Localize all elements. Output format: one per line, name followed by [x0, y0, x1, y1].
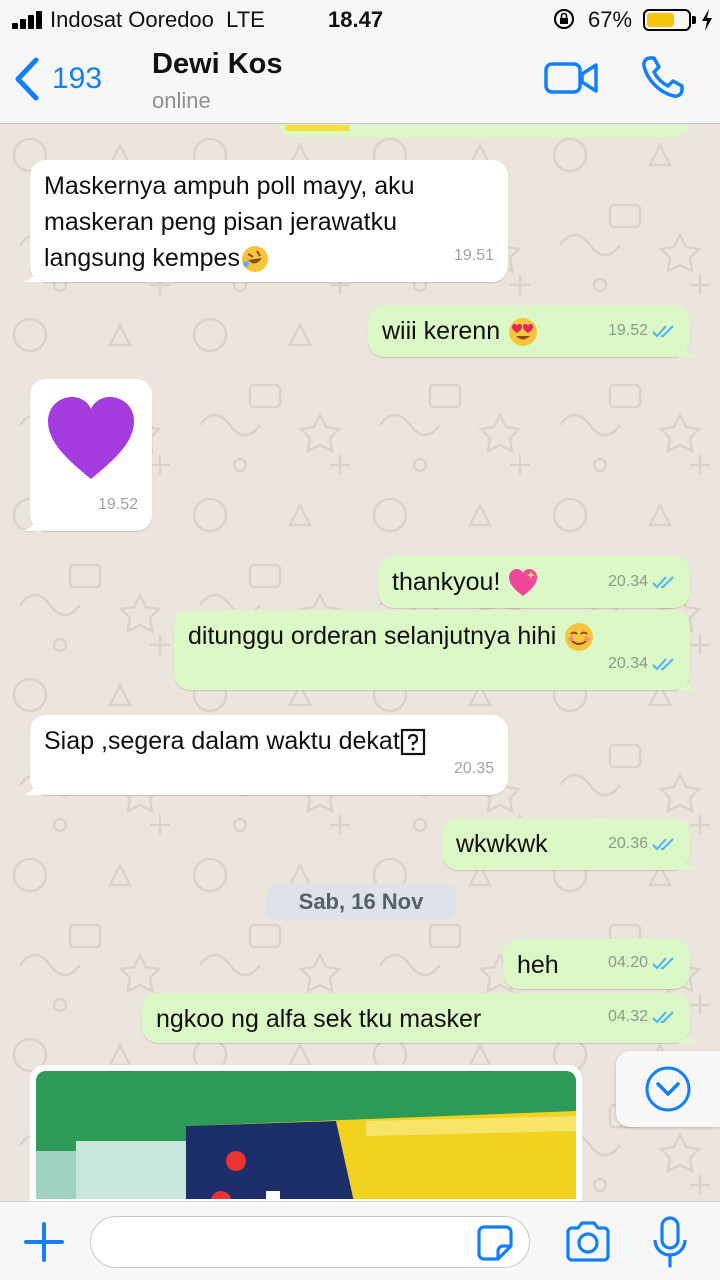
message-text: ditunggu orderan selanjutnya hihi: [188, 622, 557, 650]
sticker-icon[interactable]: [476, 1224, 514, 1262]
purple-heart-emoji-icon: [48, 397, 134, 479]
read-ticks-icon: [652, 838, 674, 851]
message-text: ngkoo ng alfa sek tku masker: [156, 1005, 482, 1033]
message-bubble-incoming[interactable]: 19.52: [22, 379, 152, 531]
message-bubble-outgoing[interactable]: ngkoo ng alfa sek tku masker 04.32: [142, 993, 698, 1043]
rolling-laughing-emoji-icon: [241, 246, 268, 273]
message-meta: 20.34: [608, 646, 676, 682]
message-bubble-outgoing[interactable]: wiii kerenn 19.52: [368, 305, 698, 357]
message-bubble-outgoing[interactable]: heh 04.20: [503, 939, 690, 989]
message-bubble-outgoing[interactable]: thankyou! 20.34: [378, 556, 690, 608]
bubble-tail: [678, 670, 698, 690]
camera-icon[interactable]: [564, 1220, 612, 1264]
battery-icon: [643, 9, 691, 31]
network-type: LTE: [226, 7, 265, 32]
chat-area[interactable]: Maskernya ampuh poll mayy, aku maskeran …: [0, 125, 720, 1201]
heart-eyes-emoji-icon: [509, 318, 538, 347]
message-time: 19.52: [97, 496, 138, 513]
message-time: 19.52: [607, 322, 648, 339]
photo-content: [36, 1071, 576, 1199]
rotation-lock-icon: [554, 9, 574, 29]
microphone-icon[interactable]: [650, 1216, 690, 1268]
contact-name[interactable]: Dewi Kos: [152, 48, 283, 81]
message-meta: 04.32: [608, 999, 676, 1035]
contact-status: online: [152, 88, 211, 113]
chat-header: 193 Dewi Kos online: [0, 40, 720, 124]
message-time: 20.35: [453, 760, 494, 777]
message-meta: 20.35: [454, 751, 494, 787]
message-meta: 20.36: [608, 826, 676, 862]
read-ticks-icon: [652, 957, 674, 970]
carrier-label: Indosat Ooredoo LTE: [50, 7, 265, 32]
bubble-tail: [22, 262, 42, 282]
message-bubble-incoming[interactable]: Siap ,segera dalam waktu dekat 20.35: [22, 715, 508, 795]
read-ticks-icon: [652, 325, 674, 338]
scroll-down-icon: [645, 1066, 691, 1112]
message-time: 04.32: [607, 1008, 648, 1025]
message-text: Siap ,segera dalam waktu dekat: [44, 727, 400, 755]
scroll-to-bottom-button[interactable]: [616, 1051, 720, 1127]
message-text: Maskernya ampuh poll mayy, aku maskeran …: [44, 172, 415, 272]
message-bubble-incoming[interactable]: Maskernya ampuh poll mayy, aku maskeran …: [22, 160, 508, 282]
status-bar: Indosat Ooredoo LTE 18.47 67%: [0, 0, 720, 40]
bubble-tail: [678, 850, 698, 870]
plus-icon[interactable]: [24, 1222, 64, 1262]
video-call-icon[interactable]: [544, 60, 598, 96]
read-ticks-icon: [652, 576, 674, 589]
message-meta: 19.52: [608, 313, 676, 349]
photo-thumbnail: [36, 1071, 576, 1199]
bubble-tail: [22, 775, 42, 795]
message-meta: 20.34: [608, 564, 676, 600]
message-time: 19.51: [453, 247, 494, 264]
battery-tip: [692, 16, 696, 24]
message-time: 20.34: [607, 573, 648, 590]
message-text: wkwkwk: [456, 830, 548, 858]
message-time: 20.36: [607, 835, 648, 852]
signal-icon: [12, 11, 46, 29]
unread-count: 193: [52, 62, 103, 95]
back-button[interactable]: 193: [12, 54, 102, 104]
previous-message-image: [286, 125, 350, 131]
message-text: wiii kerenn: [382, 317, 501, 345]
read-ticks-icon: [652, 1011, 674, 1024]
message-text: thankyou!: [392, 568, 501, 596]
clock: 18.47: [328, 7, 384, 32]
smiling-face-emoji-icon: [565, 623, 594, 652]
message-time: 04.20: [607, 954, 648, 971]
message-meta: 19.52: [98, 487, 138, 523]
bubble-tail: [22, 511, 42, 531]
bubble-tail: [678, 1023, 698, 1043]
bubble-tail: [678, 337, 698, 357]
message-bubble-outgoing[interactable]: wkwkwk 20.36: [442, 818, 698, 870]
unknown-glyph-icon: [400, 729, 425, 756]
read-ticks-icon: [652, 658, 674, 671]
message-time: 20.34: [607, 655, 648, 672]
phone-icon[interactable]: [640, 54, 686, 100]
previous-message-bubble: [280, 125, 690, 137]
message-bubble-outgoing[interactable]: ditunggu orderan selanjutnya hihi 20.34: [174, 610, 698, 690]
message-text: heh: [517, 951, 559, 979]
charging-bolt-icon: [702, 9, 712, 31]
message-meta: 04.20: [608, 945, 676, 981]
message-meta: 19.51: [454, 238, 494, 274]
battery-percent: 67%: [588, 7, 633, 32]
sparkling-heart-emoji-icon: [509, 569, 538, 597]
date-separator: Sab, 16 Nov: [266, 884, 456, 920]
message-input[interactable]: [90, 1216, 530, 1268]
message-input-bar: [0, 1201, 720, 1280]
back-chevron-icon: [15, 57, 39, 101]
photo-message[interactable]: [30, 1065, 582, 1201]
